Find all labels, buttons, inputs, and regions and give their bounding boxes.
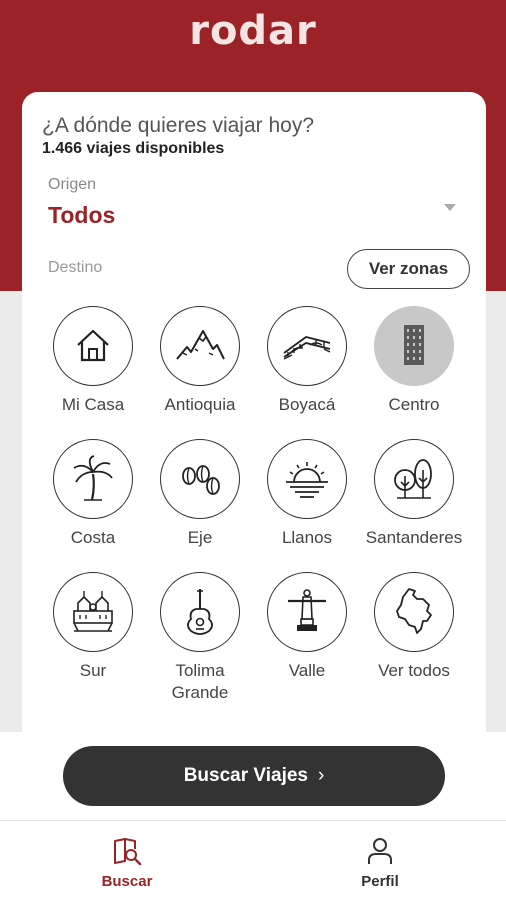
book-search-icon <box>114 838 142 866</box>
zone-item[interactable]: Antioquia <box>146 306 254 416</box>
colombia-map-icon <box>396 588 432 634</box>
zone-item[interactable]: Centro <box>360 306 468 416</box>
search-trips-label: Buscar Viajes <box>183 765 308 786</box>
destination-label: Destino <box>48 259 103 276</box>
tab-label: Perfil <box>361 873 399 890</box>
search-trips-button[interactable]: Buscar Viajes › <box>63 746 445 806</box>
zone-label: Ver todos <box>378 661 450 680</box>
zone-circle[interactable] <box>267 439 347 519</box>
bridge-icon <box>283 336 331 360</box>
app-logo: rodar <box>189 8 317 54</box>
zone-circle[interactable] <box>374 439 454 519</box>
zone-label: Sur <box>79 661 107 680</box>
zone-circle[interactable] <box>374 572 454 652</box>
origin-label: Origen <box>48 176 97 193</box>
dropdown-caret-icon[interactable] <box>444 204 456 211</box>
search-question: ¿A dónde quieres viajar hoy? <box>42 114 315 137</box>
coffee-beans-icon <box>182 465 220 495</box>
zone-label: Centro <box>388 395 440 414</box>
search-card: ¿A dónde quieres viajar hoy? 1.466 viaje… <box>22 92 486 742</box>
zone-circle[interactable] <box>374 306 454 386</box>
zone-circle[interactable] <box>160 306 240 386</box>
origin-select[interactable]: Todos <box>48 202 115 229</box>
zone-item[interactable]: Mi Casa <box>39 306 147 416</box>
zone-item[interactable]: Santanderes <box>360 439 468 549</box>
zone-label: Costa <box>70 528 116 547</box>
tab-label: Buscar <box>101 873 153 890</box>
zone-label: Eje <box>187 528 213 547</box>
zone-label: Mi Casa <box>61 395 125 414</box>
tab-buscar[interactable]: Buscar <box>67 835 187 890</box>
zone-label: Llanos <box>281 528 333 547</box>
bottom-tab-bar: Buscar Perfil <box>0 820 506 900</box>
zone-item[interactable]: Sur <box>39 572 147 682</box>
zone-circle[interactable] <box>267 572 347 652</box>
zone-label: Tolima Grande <box>171 661 229 702</box>
zone-item[interactable]: Llanos <box>253 439 361 549</box>
trip-count: 1.466 viajes disponibles <box>42 140 225 157</box>
zone-label: Antioquia <box>164 395 236 414</box>
cristo-rey-icon <box>288 589 326 631</box>
zone-item[interactable]: Valle <box>253 572 361 682</box>
building-icon <box>404 325 424 365</box>
mountains-icon <box>176 330 225 360</box>
zone-item[interactable]: Tolima Grande <box>146 572 254 704</box>
zone-item[interactable]: Ver todos <box>360 572 468 682</box>
guitar-icon <box>187 589 213 635</box>
zone-label: Boyacá <box>278 395 336 414</box>
tab-perfil[interactable]: Perfil <box>320 835 440 890</box>
zone-item[interactable]: Eje <box>146 439 254 549</box>
person-icon <box>368 838 392 864</box>
zone-item[interactable]: Costa <box>39 439 147 549</box>
church-icon <box>73 591 113 632</box>
sunset-icon <box>286 462 328 498</box>
zone-item[interactable]: Boyacá <box>253 306 361 416</box>
palm-tree-icon <box>73 455 113 501</box>
trees-icon <box>394 459 432 499</box>
zone-circle[interactable] <box>160 439 240 519</box>
zone-circle[interactable] <box>53 439 133 519</box>
view-zones-button[interactable]: Ver zonas <box>347 249 470 289</box>
zone-circle[interactable] <box>160 572 240 652</box>
zone-label: Valle <box>288 661 326 680</box>
zone-circle[interactable] <box>267 306 347 386</box>
house-icon <box>77 329 109 362</box>
zone-circle[interactable] <box>53 572 133 652</box>
zone-label: Santanderes <box>365 528 463 547</box>
chevron-right-icon: › <box>317 765 325 786</box>
zone-circle[interactable] <box>53 306 133 386</box>
